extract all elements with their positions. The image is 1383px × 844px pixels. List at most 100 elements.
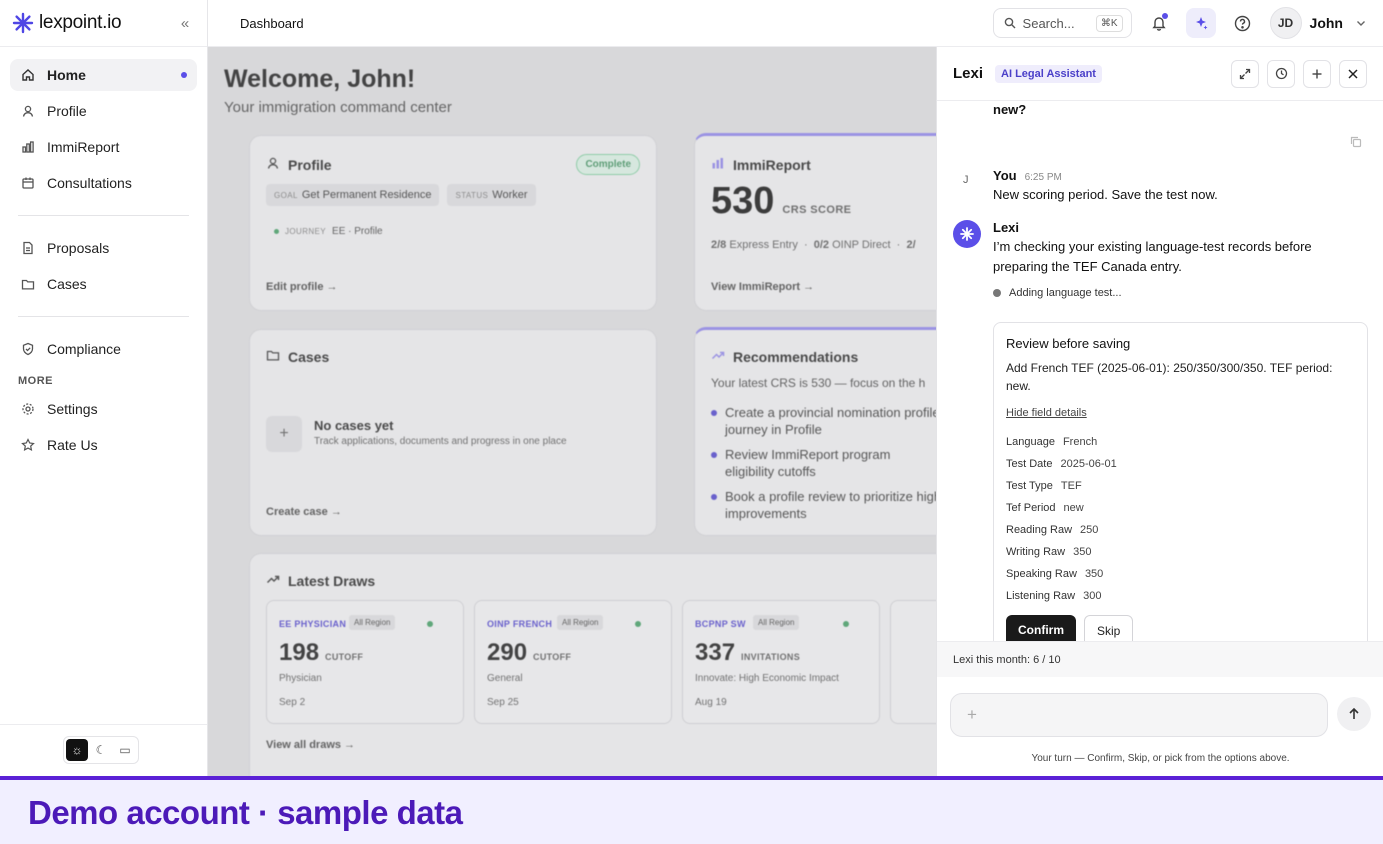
monitor-icon[interactable]: ▭ — [114, 739, 136, 761]
demo-banner: Demo account · sample data — [0, 776, 1383, 844]
draw-card[interactable]: EE PHYSICIAN All Region 198 CUTOFF Physic… — [266, 600, 464, 724]
user-menu[interactable]: JD John — [1269, 7, 1367, 39]
sidebar-item-consultations[interactable]: Consultations — [10, 167, 197, 199]
new-chat-icon[interactable] — [1303, 59, 1331, 88]
topbar: Dashboard Search... ⌘K JD John — [208, 0, 1383, 47]
card-title: Cases — [266, 348, 329, 365]
list-item[interactable]: Create a provincial nomination profile j… — [711, 404, 936, 438]
moon-icon[interactable]: ☾ — [90, 739, 112, 761]
help-icon[interactable] — [1228, 8, 1258, 38]
draw-subtitle: Physician — [279, 673, 322, 684]
sun-icon[interactable]: ☼ — [66, 739, 88, 761]
draw-tag: EE PHYSICIAN — [279, 619, 347, 629]
folder-icon — [20, 276, 36, 292]
chart-icon — [711, 156, 725, 173]
sidebar-item-cases[interactable]: Cases — [10, 268, 197, 300]
user-message: You 6:25 PM New scoring period. Save the… — [993, 168, 1218, 205]
field-row: Reading Raw 250 — [1006, 524, 1099, 536]
collapse-sidebar-icon[interactable]: « — [175, 15, 195, 32]
sidebar-item-label: Rate Us — [47, 437, 98, 453]
calendar-icon — [20, 175, 36, 191]
section-label-more: MORE — [18, 375, 53, 387]
field-row: Test Date 2025-06-01 — [1006, 458, 1117, 470]
home-icon — [20, 67, 36, 83]
draw-card[interactable]: BCPNP SW All Region 337 INVITATIONS Innov… — [682, 600, 880, 724]
bell-icon[interactable] — [1144, 8, 1174, 38]
sidebar-item-label: Home — [47, 67, 86, 83]
dashboard-main: Welcome, John! Your immigration command … — [208, 47, 936, 776]
create-case-link[interactable]: Create case → — [266, 506, 342, 518]
field-row: Listening Raw 300 — [1006, 590, 1102, 602]
sidebar-item-home[interactable]: Home — [10, 59, 197, 91]
draw-tag: BCPNP SW — [695, 619, 746, 629]
draw-card[interactable]: OINP FRENCH All Region 290 CUTOFF General… — [474, 600, 672, 724]
folder-icon — [266, 348, 280, 365]
review-summary: Add French TEF (2025-06-01): 250/350/300… — [1006, 361, 1333, 393]
review-title: Review before saving — [1006, 336, 1131, 351]
copy-icon[interactable] — [1350, 136, 1362, 151]
lexi-assistant-panel: Lexi AI Legal Assistant new? J You 6:25 … — [936, 47, 1383, 776]
add-case-icon[interactable]: + — [266, 416, 302, 452]
sidebar-item-profile[interactable]: Profile — [10, 95, 197, 127]
goal-chip: GOAL Get Permanent Residence — [266, 184, 440, 206]
latest-draws-card: Latest Draws EE PHYSICIAN All Region 198… — [249, 553, 936, 776]
journey-row: JOURNEY EE · Profile — [274, 226, 383, 237]
edit-profile-link[interactable]: Edit profile → — [266, 281, 338, 293]
draw-subtitle: Innovate: High Economic Impact — [695, 673, 839, 684]
divider — [0, 724, 207, 725]
list-item[interactable]: Book a profile review to prioritize high… — [711, 488, 936, 522]
avatar: JD — [1269, 7, 1302, 39]
sidebar-item-label: Compliance — [47, 341, 121, 357]
card-title: Latest Draws — [266, 572, 375, 589]
user-icon — [20, 103, 36, 119]
recommendations-list: Create a provincial nomination profile j… — [711, 404, 936, 530]
skip-button[interactable]: Skip — [1084, 615, 1134, 641]
list-item[interactable]: Review ImmiReport program eligibility cu… — [711, 446, 936, 480]
status-dot — [274, 229, 279, 234]
panel-header: Lexi AI Legal Assistant — [937, 47, 1383, 101]
confirm-button[interactable]: Confirm — [1006, 615, 1076, 641]
draw-number: 337 INVITATIONS — [695, 639, 801, 666]
status-chip: STATUS Worker — [447, 184, 536, 206]
topbar-actions: Search... ⌘K JD John — [992, 7, 1367, 39]
logo-text: lexpoint.io — [39, 12, 122, 33]
sidebar-item-proposals[interactable]: Proposals — [10, 232, 197, 264]
sidebar-item-label: Cases — [47, 276, 87, 292]
program-stats: 2/8 Express Entry · 0/2 OINP Direct · 2/ — [711, 239, 916, 251]
draw-number: 198 CUTOFF — [279, 639, 364, 666]
sidebar-item-compliance[interactable]: Compliance — [10, 333, 197, 365]
region-chip: All Region — [349, 615, 396, 630]
plus-icon[interactable]: + — [967, 705, 977, 725]
send-button[interactable] — [1337, 697, 1371, 731]
field-row: Language French — [1006, 436, 1098, 448]
review-actions: Confirm Skip — [1006, 615, 1355, 641]
draw-tag: OINP FRENCH — [487, 619, 553, 629]
draw-card[interactable] — [890, 600, 936, 724]
history-icon[interactable] — [1267, 59, 1295, 88]
sidebar-item-rate-us[interactable]: Rate Us — [10, 429, 197, 461]
arrow-up-icon — [1349, 707, 1359, 719]
search-input[interactable]: Search... ⌘K — [992, 8, 1132, 38]
chip-row: GOAL Get Permanent Residence STATUS Worker — [266, 184, 536, 206]
tool-status: Adding language test... — [993, 287, 1363, 299]
message-input[interactable]: + — [950, 693, 1328, 737]
review-card: Review before saving Add French TEF (202… — [993, 322, 1368, 641]
empty-subtitle: Track applications, documents and progre… — [314, 436, 567, 447]
expand-icon[interactable] — [1231, 59, 1259, 88]
sparkle-icon[interactable] — [1185, 8, 1216, 38]
sidebar-item-immireport[interactable]: ImmiReport — [10, 131, 197, 163]
breadcrumb[interactable]: Dashboard — [240, 16, 304, 31]
trending-up-icon — [711, 348, 725, 365]
close-icon[interactable] — [1339, 59, 1367, 88]
chevron-down-icon — [1355, 17, 1367, 29]
cases-card: Cases + No cases yet Track applications,… — [249, 329, 657, 536]
view-all-draws-link[interactable]: View all draws → — [266, 739, 355, 751]
sidebar-item-settings[interactable]: Settings — [10, 393, 197, 425]
immireport-card: ImmiReport 530 CRS SCORE 2/8 Express Ent… — [694, 133, 936, 311]
status-dot — [993, 289, 1001, 297]
active-dot — [181, 72, 187, 78]
card-title: Profile — [266, 156, 332, 173]
view-immireport-link[interactable]: View ImmiReport → — [711, 281, 814, 293]
hide-field-details-link[interactable]: Hide field details — [1006, 407, 1087, 419]
usage-quota: Lexi this month: 6 / 10 — [937, 641, 1383, 677]
